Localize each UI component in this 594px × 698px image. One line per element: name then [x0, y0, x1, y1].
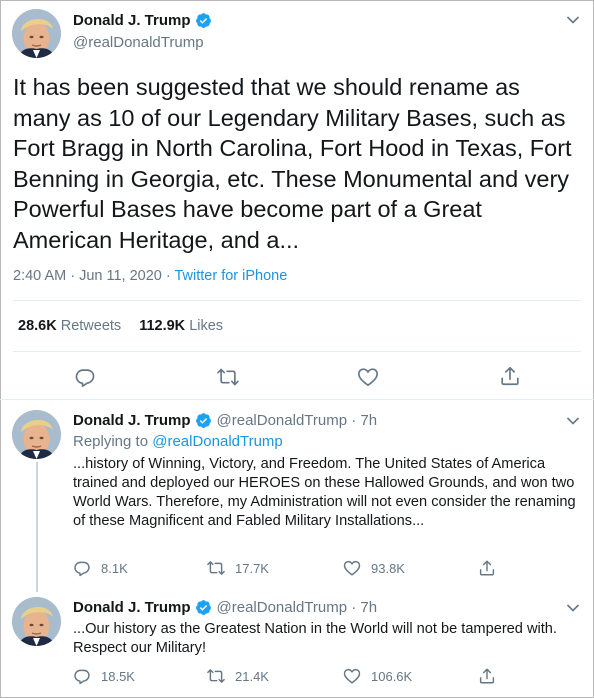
retweet-icon — [207, 669, 225, 683]
share-icon — [479, 668, 495, 684]
reply-icon — [74, 561, 90, 577]
author-handle[interactable]: @realDonaldTrump — [73, 34, 204, 51]
replies-count: 8.1K — [101, 560, 128, 576]
tweet-source-link[interactable]: Twitter for iPhone — [174, 268, 287, 284]
likes-count: 106.6K — [371, 668, 413, 684]
tweet-text: ...Our history as the Greatest Nation in… — [73, 621, 557, 656]
divider — [13, 351, 581, 352]
author-name[interactable]: Donald J. Trump — [73, 599, 191, 616]
verified-badge-icon — [195, 13, 211, 28]
chevron-down-icon[interactable] — [566, 603, 580, 613]
likes-label: Likes — [189, 318, 224, 334]
avatar[interactable] — [12, 410, 61, 459]
retweet-action[interactable]: 21.4K — [207, 667, 269, 685]
author-handle-time[interactable]: @realDonaldTrump · 7h — [217, 412, 378, 429]
replying-prefix: Replying to — [73, 433, 153, 450]
share-icon[interactable] — [499, 365, 521, 387]
thread-connector — [36, 462, 38, 592]
tweet-timestamp[interactable]: 2:40 AM · Jun 11, 2020 · — [13, 268, 174, 284]
tweet-actions: 8.1K 17.7K 93.8K — [73, 559, 543, 579]
replying-to-link[interactable]: @realDonaldTrump — [152, 433, 283, 450]
retweets-count: 21.4K — [235, 668, 269, 684]
retweet-action[interactable]: 17.7K — [207, 559, 269, 577]
reply-action[interactable]: 8.1K — [73, 559, 128, 577]
author-handle-time[interactable]: @realDonaldTrump · 7h — [217, 599, 378, 616]
verified-badge-icon — [195, 413, 211, 428]
tweet-meta: 2:40 AM · Jun 11, 2020 · Twitter for iPh… — [13, 268, 287, 284]
reply-icon[interactable] — [74, 366, 96, 388]
retweets-label: Retweets — [60, 318, 122, 334]
retweet-icon — [207, 561, 225, 575]
retweets-count: 17.7K — [235, 560, 269, 576]
chevron-down-icon[interactable] — [566, 416, 580, 426]
heart-icon — [343, 668, 361, 684]
retweets-count: 28.6K — [18, 318, 57, 334]
avatar[interactable] — [12, 597, 61, 646]
share-action[interactable] — [478, 667, 506, 685]
author-name[interactable]: Donald J. Trump — [73, 412, 191, 429]
heart-icon — [343, 560, 361, 576]
retweets-stat[interactable]: 28.6K Retweets — [18, 318, 121, 334]
author-row: Donald J. Trump @realDonaldTrump · 7h — [73, 599, 377, 616]
engagement-stats: 28.6K Retweets 112.9K Likes — [18, 318, 223, 334]
author-row: Donald J. Trump — [73, 12, 212, 29]
tweet-text: ...history of Winning, Victory, and Free… — [73, 456, 576, 529]
share-icon — [479, 560, 495, 576]
author-name[interactable]: Donald J. Trump — [73, 12, 191, 29]
share-action[interactable] — [478, 559, 506, 577]
retweet-icon[interactable] — [217, 366, 239, 388]
divider — [0, 399, 594, 400]
likes-count: 93.8K — [371, 560, 405, 576]
tweet-text: It has been suggested that we should ren… — [13, 74, 572, 253]
author-row: Donald J. Trump @realDonaldTrump · 7h — [73, 412, 377, 429]
tweet-actions: 18.5K 21.4K 106.6K — [73, 667, 543, 687]
verified-badge-icon — [195, 600, 211, 615]
tweet-actions — [0, 362, 594, 390]
replying-to: Replying to @realDonaldTrump — [73, 433, 283, 450]
reply-action[interactable]: 18.5K — [73, 667, 135, 685]
replies-count: 18.5K — [101, 668, 135, 684]
like-action[interactable]: 93.8K — [343, 559, 405, 577]
likes-stat[interactable]: 112.9K Likes — [139, 318, 223, 334]
heart-icon[interactable] — [357, 366, 379, 388]
likes-count: 112.9K — [139, 318, 186, 334]
like-action[interactable]: 106.6K — [343, 667, 412, 685]
reply-icon — [74, 669, 90, 685]
avatar[interactable] — [12, 9, 61, 58]
chevron-down-icon[interactable] — [566, 15, 580, 25]
divider — [13, 300, 581, 301]
